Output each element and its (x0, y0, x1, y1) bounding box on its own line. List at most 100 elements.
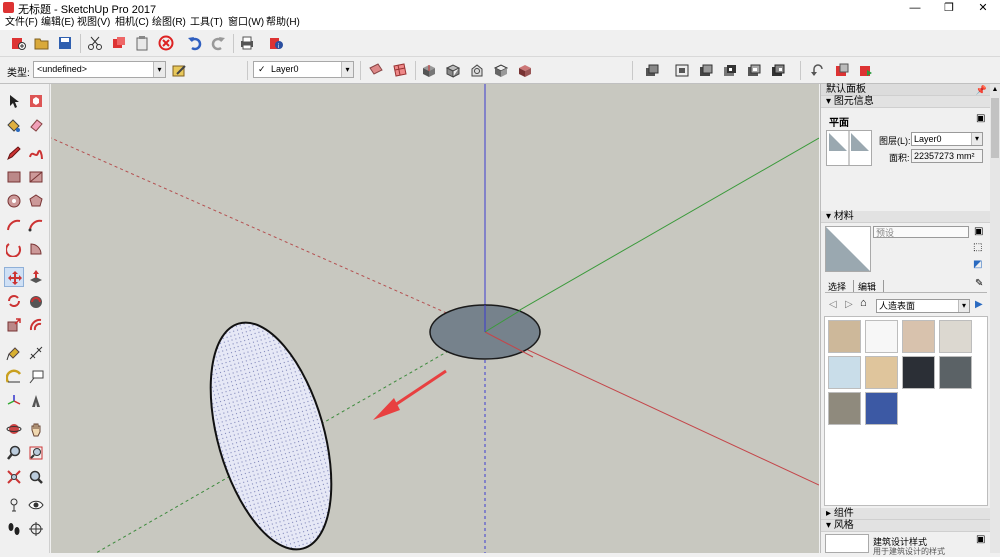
home-icon[interactable]: ⌂ (860, 297, 867, 309)
material-swatch[interactable] (902, 356, 935, 389)
zoom-tool[interactable] (4, 443, 24, 463)
print-button[interactable] (237, 33, 257, 53)
polygon-tool[interactable] (26, 191, 46, 211)
text-tool[interactable] (26, 367, 46, 387)
zoom-extents-tool[interactable] (4, 467, 24, 487)
menu-edit[interactable]: 编辑(E) (41, 16, 74, 30)
menu-view[interactable]: 视图(V) (77, 16, 110, 30)
tape-measure-tool[interactable] (4, 343, 24, 363)
styles-header[interactable]: ▾ 风格 (821, 520, 991, 532)
arc-tool[interactable] (4, 215, 24, 235)
undo-button[interactable] (185, 33, 205, 53)
type-select[interactable]: <undefined> ▾ (33, 61, 166, 78)
modeling-viewport[interactable] (51, 84, 819, 553)
selected-ellipse-face[interactable] (188, 309, 354, 553)
layer-select[interactable]: ✓ Layer0 ▾ (253, 61, 354, 78)
walk-back-button[interactable] (808, 60, 828, 80)
move-tool[interactable] (4, 267, 24, 287)
section-plane-button[interactable] (366, 60, 386, 80)
rotated-rectangle-tool[interactable] (26, 167, 46, 187)
section-plane-tool[interactable] (26, 519, 46, 539)
material-swatch[interactable] (828, 320, 861, 353)
freehand-tool[interactable] (26, 143, 46, 163)
hidden-line-button[interactable] (491, 60, 511, 80)
info-details-icon[interactable]: ▣ (976, 113, 985, 124)
protractor-tool[interactable] (4, 367, 24, 387)
restore-button[interactable]: ❐ (932, 0, 966, 16)
front-view-button[interactable] (696, 60, 716, 80)
scrollbar-thumb[interactable] (991, 98, 999, 158)
left-view-button[interactable] (768, 60, 788, 80)
menu-camera[interactable]: 相机(C) (115, 16, 149, 30)
menu-tools[interactable]: 工具(T) (190, 16, 223, 30)
top-view-button[interactable] (672, 60, 692, 80)
xray-button[interactable] (419, 60, 439, 80)
entity-layer-select[interactable]: Layer0 ▾ (911, 132, 983, 146)
wireframe-button[interactable] (467, 60, 487, 80)
sample-paint-icon[interactable]: ◩ (973, 259, 982, 270)
material-swatch[interactable] (939, 356, 972, 389)
style-details-icon[interactable]: ▣ (976, 534, 985, 545)
pan-tool[interactable] (26, 419, 46, 439)
create-material-icon[interactable]: ⬚ (973, 242, 982, 253)
details-arrow-icon[interactable]: ▶ (975, 299, 983, 310)
material-swatch[interactable] (865, 320, 898, 353)
close-button[interactable]: ✕ (966, 0, 1000, 16)
pin-icon[interactable]: 📌 (976, 84, 987, 96)
zoom-window-tool[interactable] (26, 443, 46, 463)
material-swatch[interactable] (828, 356, 861, 389)
open-button[interactable] (32, 33, 52, 53)
menu-help[interactable]: 帮助(H) (266, 16, 300, 30)
eyedropper-icon[interactable]: ✎ (975, 278, 983, 289)
material-swatch[interactable] (939, 320, 972, 353)
redo-button[interactable] (208, 33, 228, 53)
material-name-field[interactable]: 预设 (873, 226, 969, 238)
components-header[interactable]: ▸ 组件 (821, 508, 991, 520)
save-button[interactable] (55, 33, 75, 53)
menu-file[interactable]: 文件(F) (5, 16, 38, 30)
three-point-arc-tool[interactable] (4, 239, 24, 259)
offset-tool[interactable] (26, 315, 46, 335)
display-section-button[interactable] (390, 60, 410, 80)
dimension-tool[interactable] (26, 343, 46, 363)
paste-button[interactable] (132, 33, 152, 53)
details-icon[interactable]: ▣ (974, 226, 983, 237)
rectangle-tool[interactable] (4, 167, 24, 187)
push-pull-tool[interactable] (26, 267, 46, 287)
previous-view-tool[interactable] (26, 467, 46, 487)
model-info-button[interactable]: i (266, 33, 286, 53)
eraser-tool[interactable] (26, 115, 46, 135)
follow-me-tool[interactable] (26, 291, 46, 311)
iso-view-button[interactable] (642, 60, 662, 80)
rotate-tool[interactable] (4, 291, 24, 311)
material-swatch[interactable] (828, 392, 861, 425)
new-model-button[interactable] (8, 33, 28, 53)
look-around-tool[interactable] (26, 495, 46, 515)
position-camera-tool[interactable] (4, 495, 24, 515)
two-point-arc-tool[interactable] (26, 215, 46, 235)
scale-tool[interactable] (4, 315, 24, 335)
right-view-button[interactable] (720, 60, 740, 80)
paint-bucket-tool[interactable] (4, 115, 24, 135)
3d-text-tool[interactable] (26, 391, 46, 411)
select-tool[interactable] (4, 91, 24, 111)
material-swatch[interactable] (865, 392, 898, 425)
cut-button[interactable] (85, 33, 105, 53)
face-front-back-swatch[interactable] (826, 130, 872, 166)
orbit-tool[interactable] (4, 419, 24, 439)
menu-window[interactable]: 窗口(W) (228, 16, 264, 30)
tray-scrollbar[interactable]: ▲ (990, 84, 1000, 553)
material-library-select[interactable]: 人造表面 ▾ (876, 299, 970, 313)
erase-button[interactable] (156, 33, 176, 53)
material-swatch[interactable] (902, 320, 935, 353)
entity-info-header[interactable]: ▾ 图元信息 (821, 96, 991, 108)
edit-type-button[interactable] (169, 60, 189, 80)
walk-tool[interactable] (4, 519, 24, 539)
axes-tool[interactable] (4, 391, 24, 411)
scroll-up-icon[interactable]: ▲ (991, 86, 999, 94)
warehouse-button[interactable] (832, 60, 852, 80)
make-component-tool[interactable] (26, 91, 46, 111)
copy-button[interactable] (109, 33, 129, 53)
extension-warehouse-button[interactable] (856, 60, 876, 80)
back-edges-button[interactable] (443, 60, 463, 80)
